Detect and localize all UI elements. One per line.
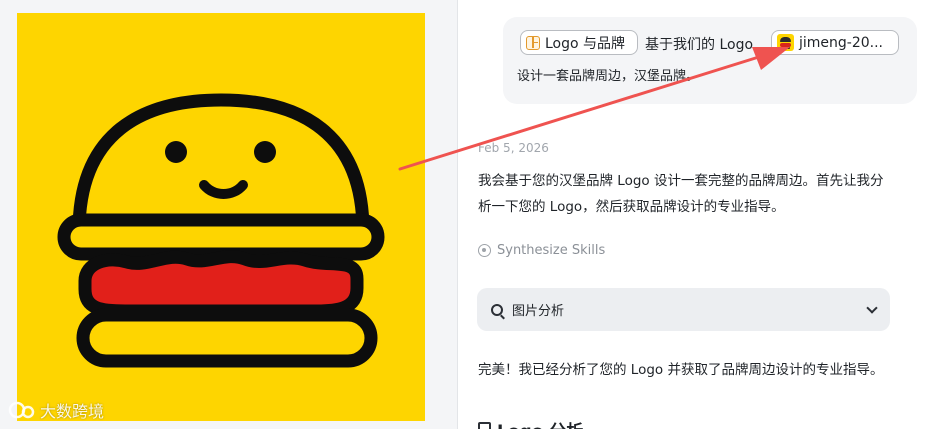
grid-icon [526, 35, 540, 50]
assistant-followup-text: 完美！我已经分析了您的 Logo 并获取了品牌周边设计的专业指导。 [478, 362, 884, 378]
image-file-chip-label: jimeng-20... [799, 34, 884, 51]
watermark: 大数跨境 [8, 398, 104, 422]
user-message-bubble: Logo 与品牌 基于我们的 Logo jimeng-20... 设计一套品牌周… [503, 17, 917, 104]
logo-analysis-heading: Logo 分析 [478, 417, 583, 429]
synthesize-skills-status[interactable]: Synthesize Skills [478, 243, 605, 258]
image-file-chip[interactable]: jimeng-20... [771, 30, 899, 55]
image-analysis-label: 图片分析 [512, 304, 565, 319]
image-analysis-icon [491, 303, 503, 316]
burger-logo-image[interactable] [17, 13, 425, 421]
logo-analysis-heading-text: Logo 分析 [497, 417, 583, 429]
chevron-down-icon[interactable] [866, 301, 878, 314]
watermark-text: 大数跨境 [40, 402, 105, 421]
user-message-text-2: 设计一套品牌周边，汉堡品牌。 [517, 69, 700, 84]
image-analysis-dropdown[interactable]: 图片分析 [477, 288, 890, 331]
burger-logo-graphic [17, 13, 425, 421]
clipboard-icon [478, 422, 491, 429]
watermark-logo-icon [8, 401, 35, 419]
chat-pane: Logo 与品牌 基于我们的 Logo jimeng-20... 设计一套品牌周… [459, 0, 927, 429]
image-thumb-icon [777, 34, 794, 51]
logo-brand-chip-label: Logo 与品牌 [545, 35, 626, 52]
skill-icon [478, 244, 491, 257]
logo-brand-chip[interactable]: Logo 与品牌 [520, 30, 638, 55]
synthesize-skills-label: Synthesize Skills [497, 243, 606, 258]
image-preview-pane: 大数跨境 [0, 0, 458, 429]
message-date: Feb 5, 2026 [478, 141, 549, 155]
assistant-intro-text: 我会基于您的汉堡品牌 Logo 设计一套完整的品牌周边。首先让我分析一下您的 L… [478, 173, 884, 215]
user-message-text-1: 基于我们的 Logo [645, 37, 754, 53]
